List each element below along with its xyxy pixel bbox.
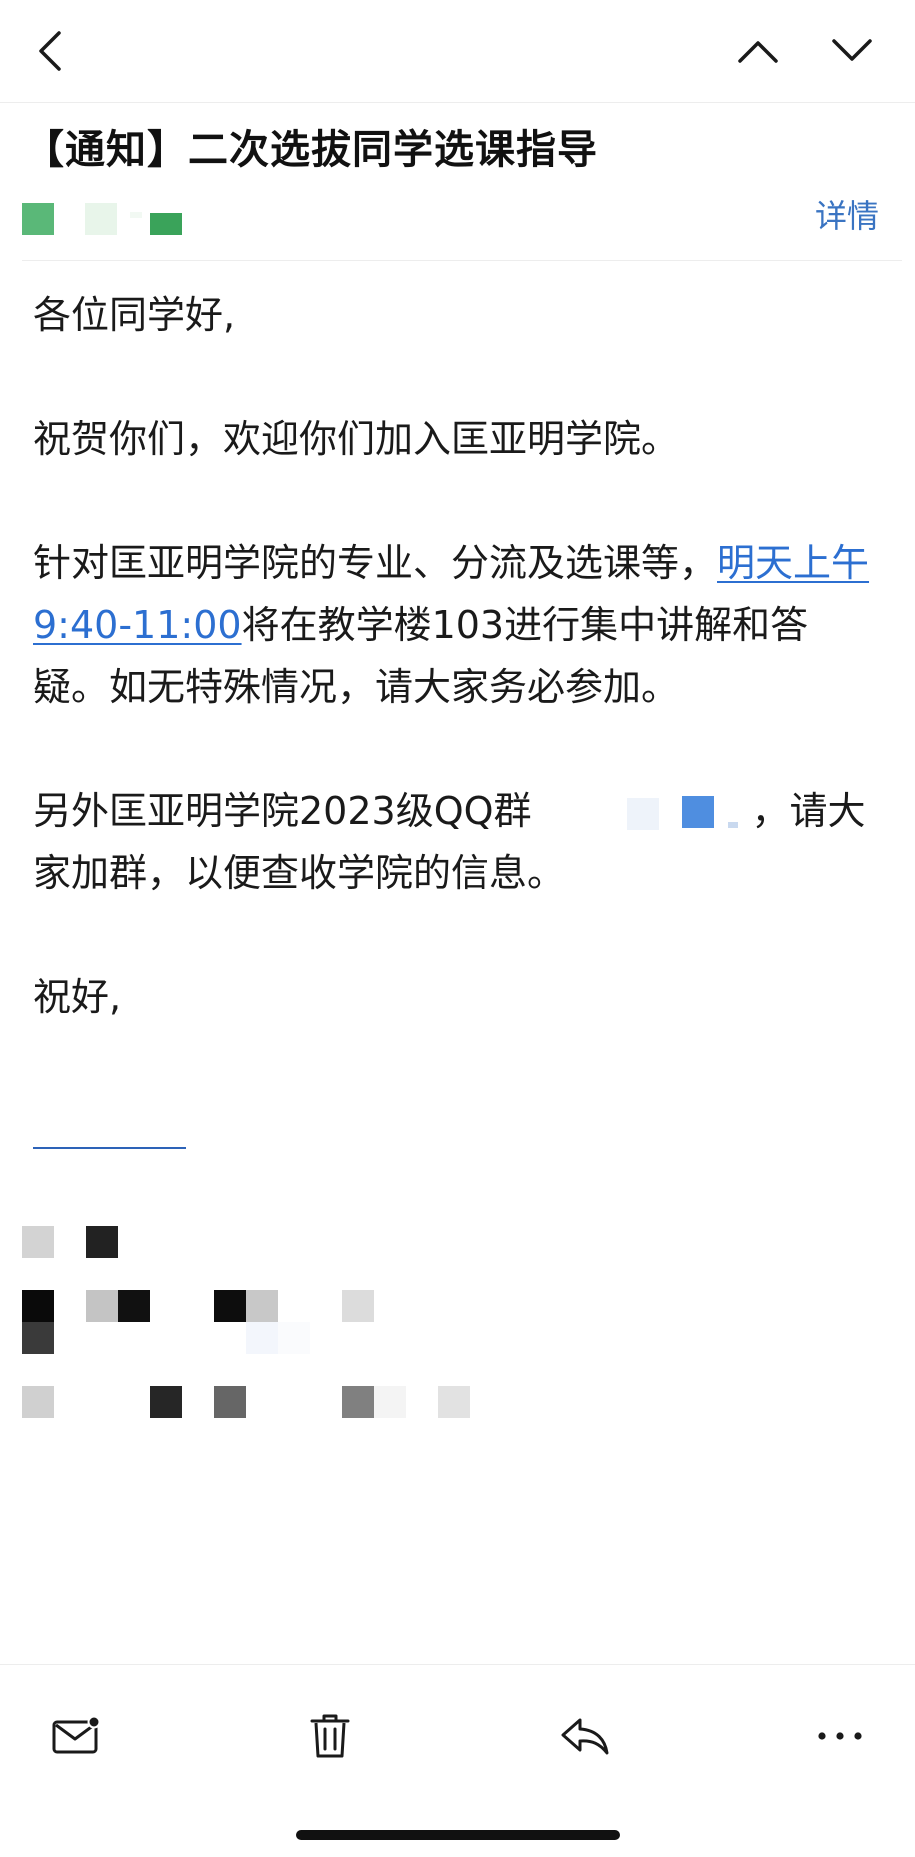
details-link[interactable]: 详情 (815, 196, 879, 236)
sender-name-redacted (150, 213, 182, 235)
sender-name-redacted (85, 203, 117, 235)
greeting: 各位同学好, (33, 293, 236, 337)
reply-icon (561, 1718, 609, 1755)
delete-button[interactable] (290, 1701, 370, 1771)
email-body: 各位同学好, 祝贺你们，欢迎你们加入匡亚明学院。 针对匡亚明学院的专业、分流及选… (33, 284, 883, 1028)
closing: 祝好, (33, 975, 122, 1019)
back-button[interactable] (22, 18, 78, 84)
paragraph-welcome: 祝贺你们，欢迎你们加入匡亚明学院。 (33, 417, 680, 461)
sender-row[interactable] (22, 200, 902, 261)
email-subject: 【通知】二次选拔同学选课指导 (24, 127, 598, 173)
chevron-up-icon (738, 41, 778, 63)
sender-name-redacted (130, 212, 142, 218)
paragraph-qq-group: 另外匡亚明学院2023级QQ群 ，请大家加群，以便查收学院的信息。 (33, 780, 883, 904)
qq-text: 另外匡亚明学院2023级QQ群 (33, 789, 532, 833)
paragraph-schedule: 针对匡亚明学院的专业、分流及选课等，明天上午9:40-11:00将在教学楼103… (33, 532, 883, 718)
signature-link-underline[interactable] (33, 1147, 186, 1149)
more-icon (818, 1732, 862, 1740)
top-navigation-bar (0, 0, 915, 103)
qq-number-redacted (532, 792, 752, 830)
more-button[interactable] (800, 1701, 880, 1771)
home-indicator[interactable] (296, 1830, 620, 1840)
schedule-text: 针对匡亚明学院的专业、分流及选课等， (33, 541, 718, 585)
next-email-button[interactable] (822, 18, 882, 84)
bottom-toolbar (0, 1664, 915, 1857)
chevron-left-icon (39, 31, 61, 71)
mail-unread-icon (52, 1715, 101, 1754)
trash-icon (310, 1714, 350, 1758)
sender-avatar-redacted (22, 203, 54, 235)
chevron-down-icon (832, 39, 872, 61)
reply-button[interactable] (545, 1701, 625, 1771)
previous-email-button[interactable] (728, 18, 788, 84)
mark-unread-button[interactable] (36, 1701, 116, 1771)
